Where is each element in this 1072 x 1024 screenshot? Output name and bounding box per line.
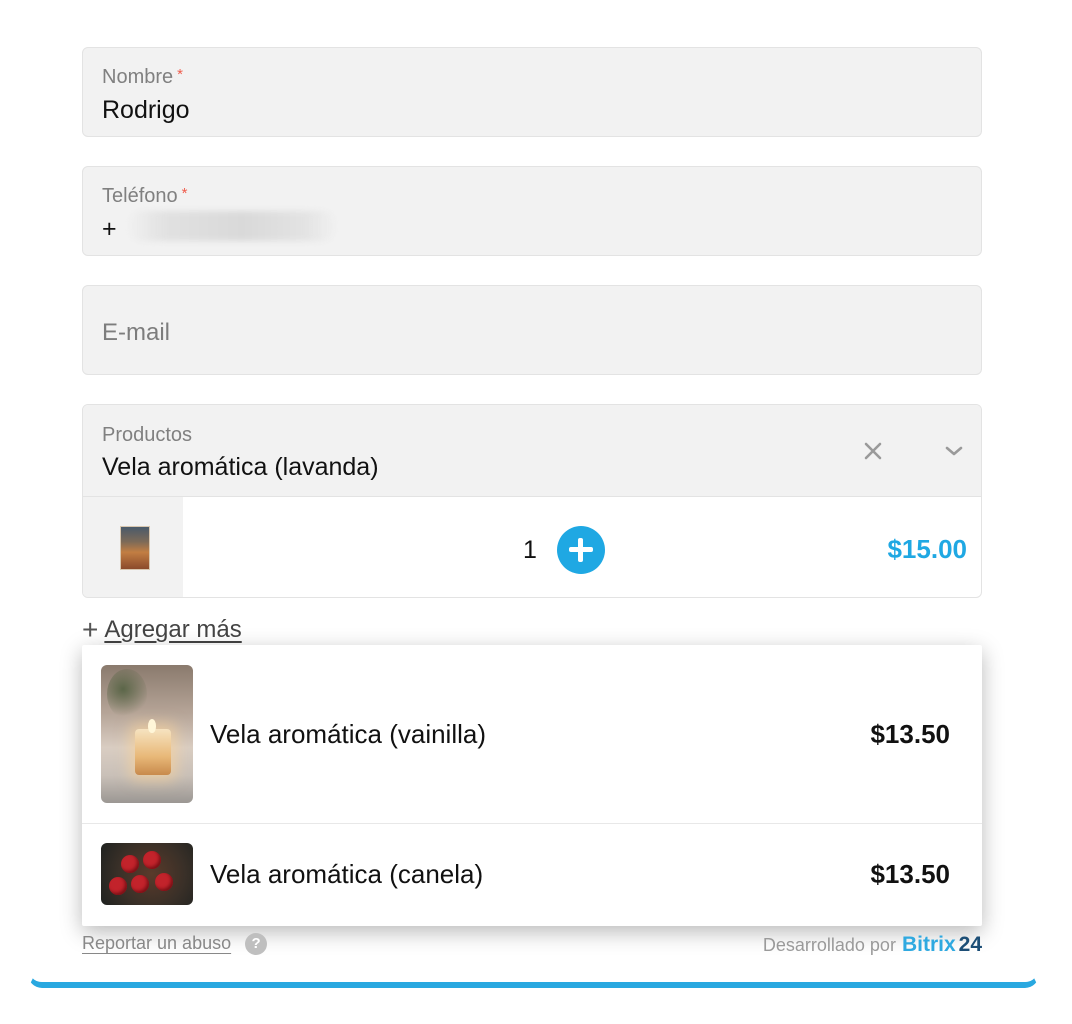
name-value: Rodrigo (102, 96, 190, 124)
form-bottom-border (28, 970, 1039, 988)
add-more-button[interactable]: + Agregar más (82, 614, 242, 646)
email-field[interactable]: E-mail (82, 285, 982, 375)
report-abuse-link[interactable]: Reportar un abuso? (82, 933, 268, 955)
option-price: $13.50 (870, 859, 950, 889)
required-marker: * (177, 66, 183, 83)
dropdown-option[interactable]: Vela aromática (vainilla) $13.50 (82, 645, 982, 824)
powered-by-label: Desarrollado por (762, 935, 896, 955)
option-price: $13.50 (870, 719, 950, 749)
phone-field[interactable]: Teléfono * + (82, 166, 982, 256)
candle-jar-shape (135, 729, 171, 775)
report-abuse-label: Reportar un abuso (82, 933, 232, 953)
cart-item-price: $15.00 (887, 534, 967, 564)
candle-shape (155, 873, 173, 891)
phone-label: Teléfono * (102, 185, 188, 207)
product-image (101, 843, 193, 905)
brand-logo-text: Bitrix (901, 933, 956, 956)
add-more-label: Agregar más (104, 616, 242, 643)
candle-shape (121, 855, 139, 873)
candle-flame-shape (148, 719, 156, 733)
required-marker: * (181, 185, 188, 202)
candle-shape (109, 877, 127, 895)
powered-by[interactable]: Desarrollado por Bitrix 24 (763, 933, 982, 957)
candle-shape (131, 875, 149, 893)
clear-icon[interactable] (861, 439, 885, 463)
cart-item-quantity: 1 (523, 536, 537, 564)
candle-shape (143, 851, 161, 869)
plus-icon: + (82, 614, 99, 645)
name-field[interactable]: Nombre * Rodrigo (82, 47, 982, 137)
products-select[interactable]: Productos Vela aromática (lavanda) (83, 405, 981, 497)
products-label: Productos (102, 424, 193, 446)
products-field: Productos Vela aromática (lavanda) 1 $15… (82, 404, 982, 598)
product-thumbnail (120, 526, 150, 570)
plant-shape (107, 669, 147, 719)
name-label: Nombre * (102, 66, 183, 88)
option-name: Vela aromática (canela) (210, 859, 484, 889)
redacted-phone-number (127, 211, 337, 241)
option-name: Vela aromática (vainilla) (210, 719, 487, 749)
products-value: Vela aromática (lavanda) (102, 453, 379, 481)
brand-logo-number: 24 (958, 933, 982, 956)
product-dropdown: Vela aromática (vainilla) $13.50 Vela ar… (82, 645, 982, 926)
increase-quantity-button[interactable] (557, 526, 605, 574)
cart-item-thumbnail-cell (83, 497, 183, 597)
help-icon[interactable]: ? (245, 933, 268, 955)
phone-value: + (102, 215, 117, 243)
email-placeholder: E-mail (102, 319, 171, 346)
dropdown-option[interactable]: Vela aromática (canela) $13.50 (82, 824, 982, 926)
product-image (101, 665, 193, 803)
chevron-down-icon[interactable] (943, 441, 965, 461)
